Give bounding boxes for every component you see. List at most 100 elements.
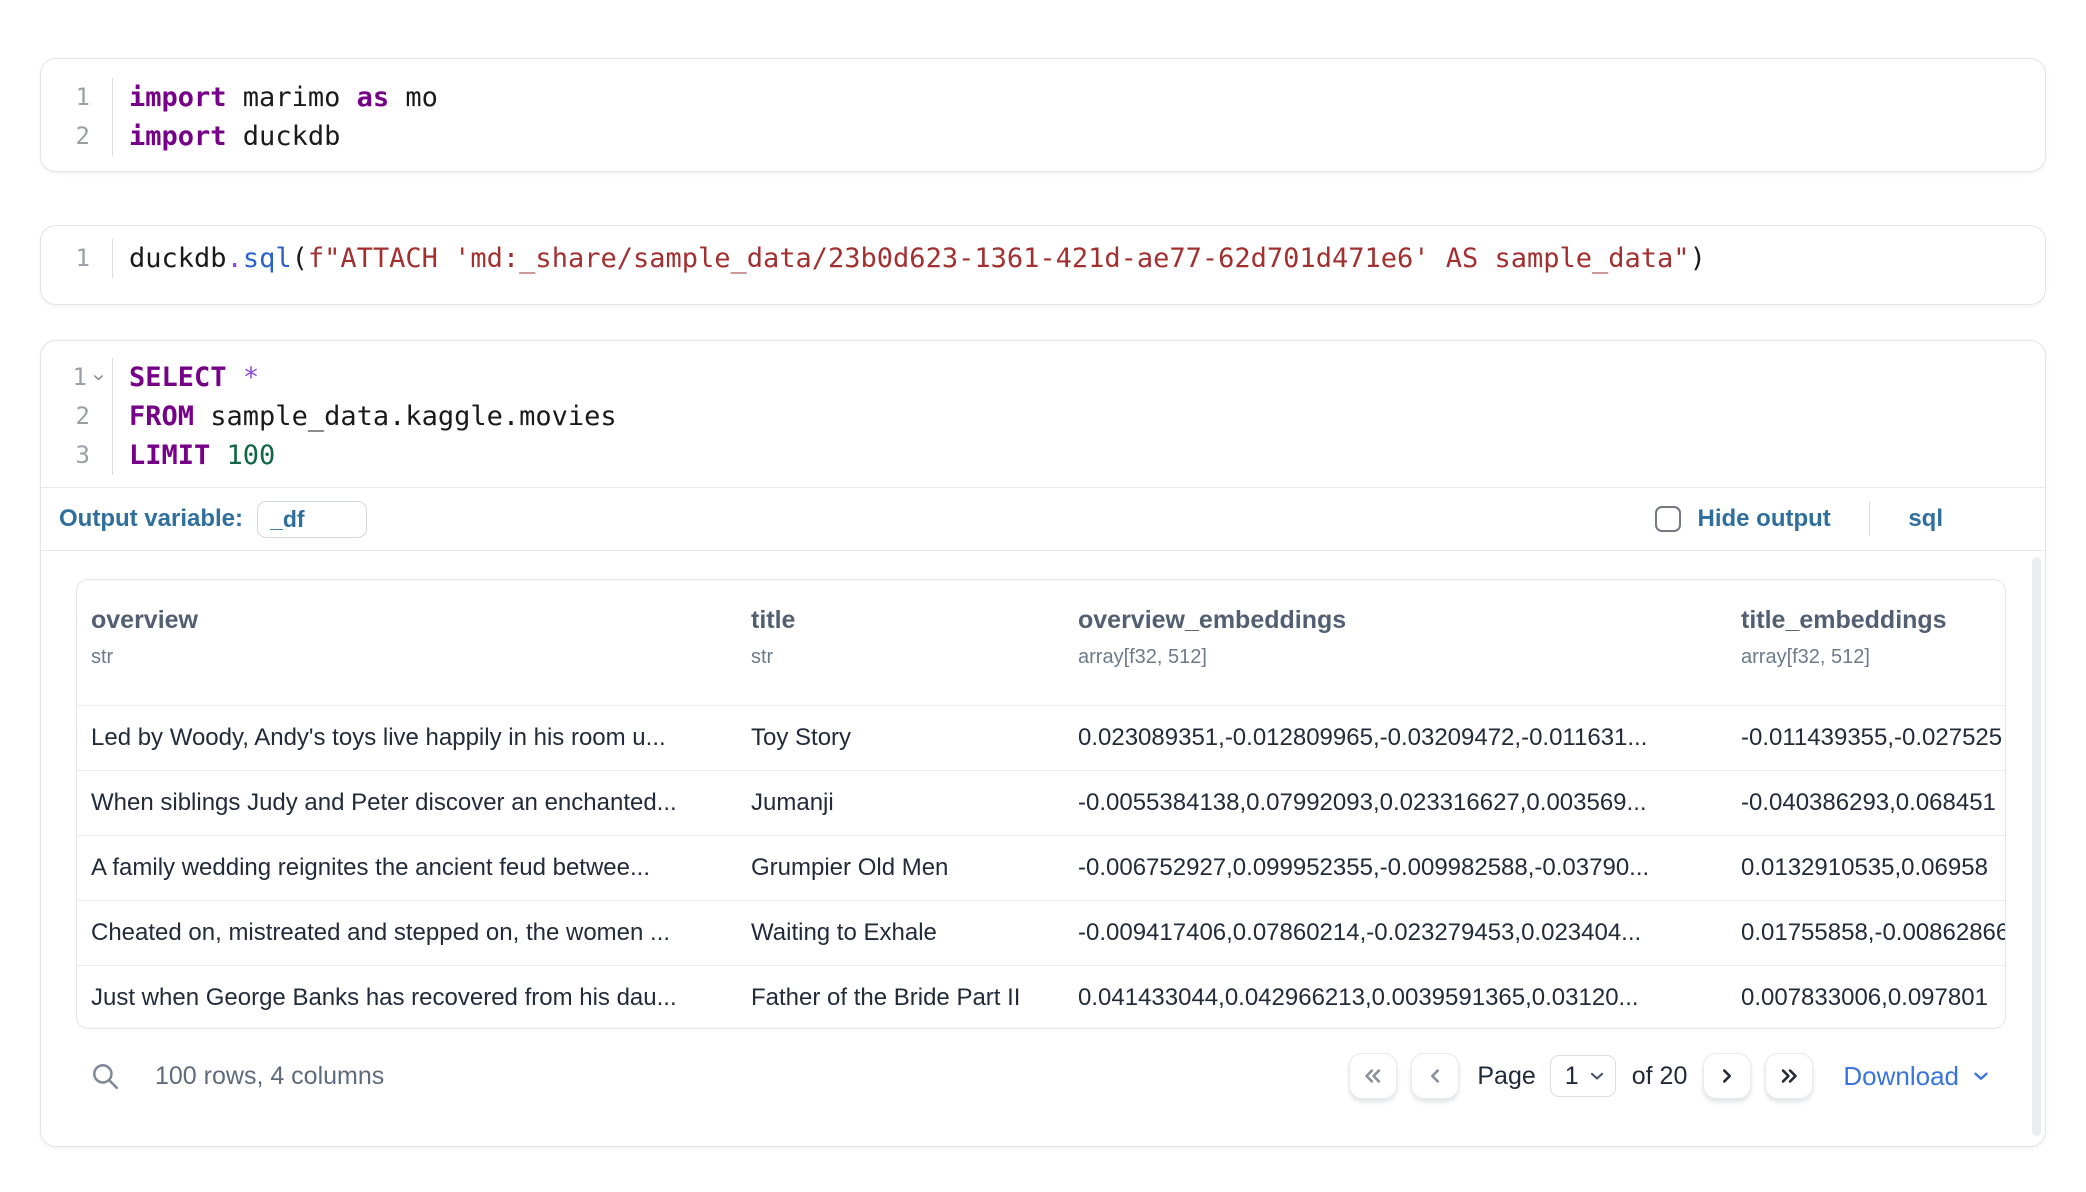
search-icon[interactable] — [90, 1060, 122, 1092]
code-token: * — [243, 362, 259, 393]
page-select-chevron-icon — [1587, 1066, 1607, 1086]
table-header-row: overview str title str overview_embeddin… — [77, 580, 2005, 705]
code-area: SELECT * FROM sample_data.kaggle.movies … — [113, 358, 617, 475]
column-type: array[f32, 512] — [1741, 646, 1995, 669]
code-token: ( — [292, 243, 308, 274]
code-token: f"ATTACH 'md:_share/sample_data/23b0d623… — [308, 243, 1690, 274]
output-area: overview str title str overview_embeddin… — [41, 551, 2045, 1099]
code-area: import marimo as mo import duckdb — [113, 78, 438, 156]
code-token: duckdb — [129, 243, 227, 274]
output-variable-input[interactable] — [257, 501, 367, 538]
cell-title-embeddings: 0.007833006,0.097801 — [1741, 984, 2005, 1012]
language-toggle-sql[interactable]: sql — [1908, 505, 1943, 533]
download-label: Download — [1843, 1061, 1959, 1092]
code-token: import — [129, 121, 227, 152]
column-type: str — [91, 646, 741, 669]
column-type: array[f32, 512] — [1078, 646, 1731, 669]
line-number: 1 — [41, 239, 112, 278]
hide-output-label: Hide output — [1698, 505, 1831, 533]
cell-title: Waiting to Exhale — [751, 919, 1078, 947]
code-token: FROM — [129, 401, 194, 432]
code-token: . — [227, 243, 243, 274]
table-row[interactable]: A family wedding reignites the ancient f… — [77, 835, 2005, 900]
last-page-icon — [1776, 1063, 1802, 1089]
column-header-title[interactable]: title str — [751, 606, 1078, 705]
column-name: title_embeddings — [1741, 606, 1995, 635]
code-token: SELECT — [129, 362, 227, 393]
code-line: import marimo as mo — [129, 78, 438, 117]
vertical-divider — [1869, 502, 1871, 536]
page-select[interactable]: 1 — [1550, 1055, 1616, 1097]
code-editor[interactable]: 1 2 import marimo as mo import duckdb — [41, 59, 2045, 170]
table-row[interactable]: When siblings Judy and Peter discover an… — [77, 770, 2005, 835]
code-token: as — [357, 82, 390, 113]
code-token — [227, 362, 243, 393]
code-token: LIMIT — [129, 440, 210, 471]
table-row[interactable]: Led by Woody, Andy's toys live happily i… — [77, 705, 2005, 770]
code-cell-imports: 1 2 import marimo as mo import duckdb — [40, 58, 2046, 172]
cell-overview: When siblings Judy and Peter discover an… — [77, 789, 751, 817]
cell-title-embeddings: -0.011439355,-0.027525 — [1741, 724, 2005, 752]
cell-overview: Cheated on, mistreated and stepped on, t… — [77, 919, 751, 947]
column-header-overview[interactable]: overview str — [77, 606, 751, 705]
code-line: SELECT * — [129, 358, 617, 397]
code-token: 100 — [227, 440, 276, 471]
line-number: 2 — [41, 117, 112, 156]
column-name: overview — [91, 606, 741, 635]
code-token: sample_data.kaggle.movies — [194, 401, 617, 432]
cell-title: Father of the Bride Part II — [751, 984, 1078, 1012]
prev-page-icon — [1422, 1063, 1448, 1089]
code-token: sql — [243, 243, 292, 274]
line-number: 1 — [41, 78, 112, 117]
download-chevron-icon — [1970, 1065, 1992, 1087]
code-editor[interactable]: 1 duckdb.sql(f"ATTACH 'md:_share/sample_… — [41, 226, 2045, 291]
output-scrollbar[interactable] — [2032, 557, 2041, 1136]
code-token: duckdb — [227, 121, 341, 152]
download-button[interactable]: Download — [1843, 1061, 1992, 1092]
cell-title: Grumpier Old Men — [751, 854, 1078, 882]
line-number: 1 — [41, 358, 112, 397]
cell-overview-embeddings: -0.0055384138,0.07992093,0.023316627,0.0… — [1078, 789, 1741, 817]
next-page-button[interactable] — [1703, 1053, 1751, 1099]
code-line: FROM sample_data.kaggle.movies — [129, 397, 617, 436]
code-line: duckdb.sql(f"ATTACH 'md:_share/sample_da… — [129, 239, 1706, 278]
cell-overview-embeddings: 0.041433044,0.042966213,0.0039591365,0.0… — [1078, 984, 1741, 1012]
cell-overview-embeddings: -0.006752927,0.099952355,-0.009982588,-0… — [1078, 854, 1741, 882]
line-number-text: 1 — [73, 358, 87, 397]
line-number-gutter: 1 — [41, 239, 113, 278]
code-token: import — [129, 82, 227, 113]
row-count-summary: 100 rows, 4 columns — [155, 1062, 384, 1091]
code-token: mo — [389, 82, 438, 113]
cell-title-embeddings: 0.01755858,-0.00862866 — [1741, 919, 2005, 947]
cell-title: Jumanji — [751, 789, 1078, 817]
prev-page-button[interactable] — [1411, 1053, 1459, 1099]
table-row[interactable]: Cheated on, mistreated and stepped on, t… — [77, 900, 2005, 965]
code-line: LIMIT 100 — [129, 436, 617, 475]
column-type: str — [751, 646, 1068, 669]
code-token: marimo — [227, 82, 357, 113]
line-number-gutter: 1 2 — [41, 78, 113, 156]
last-page-button[interactable] — [1765, 1053, 1813, 1099]
line-number: 2 — [41, 397, 112, 436]
code-editor[interactable]: 1 2 3 SELECT * FROM sample_data.kaggle.m… — [41, 341, 2045, 487]
page-count-label: of 20 — [1632, 1062, 1688, 1091]
first-page-icon — [1360, 1063, 1386, 1089]
column-header-overview-embeddings[interactable]: overview_embeddings array[f32, 512] — [1078, 606, 1741, 705]
fold-chevron-icon[interactable] — [91, 370, 106, 385]
code-token — [210, 440, 226, 471]
cell-overview-embeddings: -0.009417406,0.07860214,-0.023279453,0.0… — [1078, 919, 1741, 947]
column-name: title — [751, 606, 1068, 635]
column-header-title-embeddings[interactable]: title_embeddings array[f32, 512] — [1741, 606, 2005, 705]
cell-title-embeddings: 0.0132910535,0.06958 — [1741, 854, 2005, 882]
output-variable-label: Output variable: — [59, 505, 243, 533]
hide-output-checkbox[interactable] — [1655, 506, 1681, 532]
first-page-button[interactable] — [1349, 1053, 1397, 1099]
code-area: duckdb.sql(f"ATTACH 'md:_share/sample_da… — [113, 239, 1706, 278]
cell-footer-bar: Output variable: Hide output sql — [41, 488, 2045, 550]
table-row[interactable]: Just when George Banks has recovered fro… — [77, 965, 2005, 1029]
code-cell-attach: 1 duckdb.sql(f"ATTACH 'md:_share/sample_… — [40, 225, 2046, 305]
code-token: ) — [1690, 243, 1706, 274]
table-footer: 100 rows, 4 columns Page 1 of 20 Downloa… — [76, 1029, 2006, 1099]
page-select-value: 1 — [1565, 1062, 1579, 1091]
next-page-icon — [1714, 1063, 1740, 1089]
